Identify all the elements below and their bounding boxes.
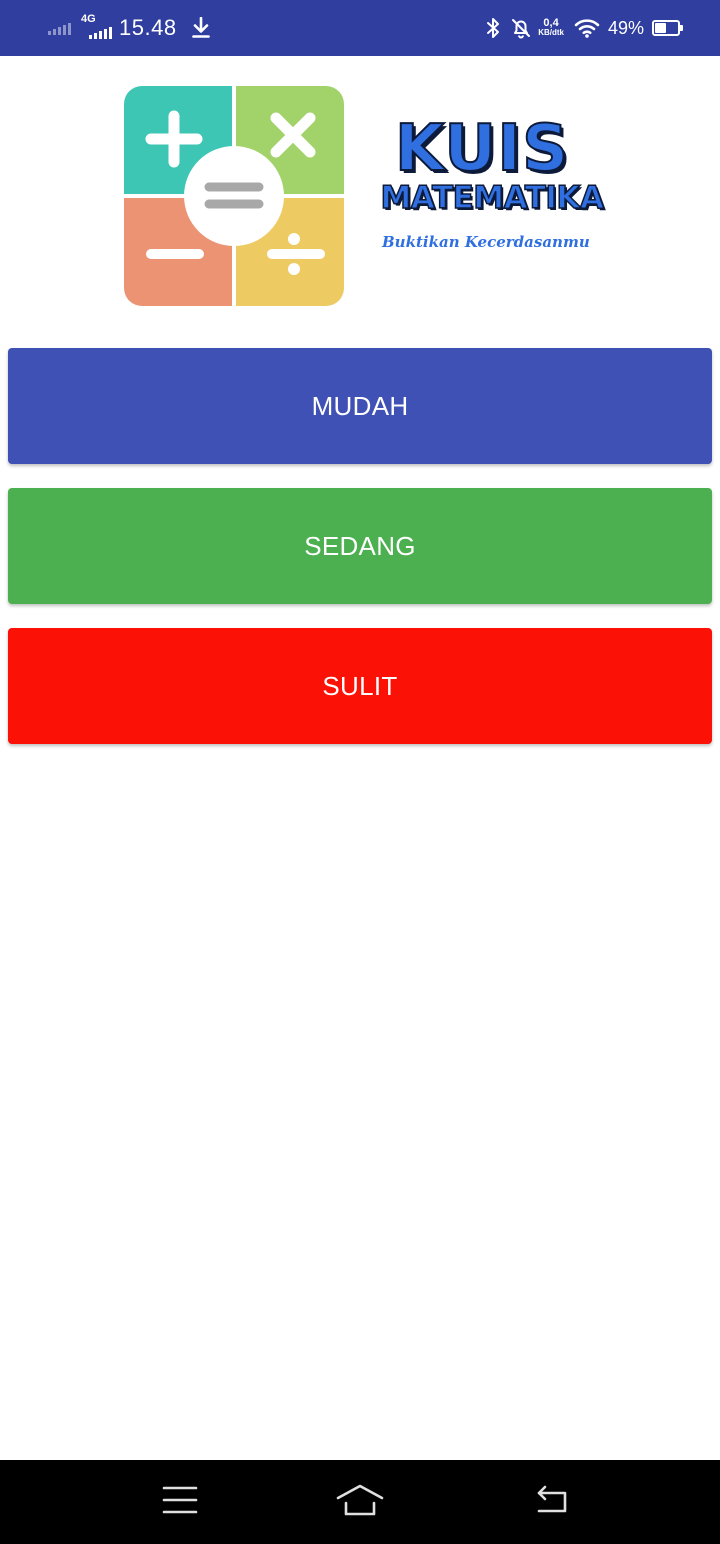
battery-level xyxy=(655,23,666,33)
status-bar-right: 0,4 KB/dtk 49% xyxy=(476,0,683,56)
notifications-off-icon xyxy=(510,17,532,39)
back-button[interactable] xyxy=(510,1460,590,1544)
network-speed: 0,4 KB/dtk xyxy=(538,18,564,38)
bluetooth-icon xyxy=(486,17,500,39)
home-icon xyxy=(336,1483,384,1522)
network-type: 4G xyxy=(81,13,96,25)
navigation-bar xyxy=(0,1460,720,1544)
home-button[interactable] xyxy=(320,1460,400,1544)
network-speed-value: 0,4 xyxy=(543,17,559,29)
math-operators-icon xyxy=(124,86,344,306)
logo-title-kuis: KUIS xyxy=(394,112,570,186)
menu-button[interactable] xyxy=(140,1460,220,1544)
logo-tagline: Buktikan Kecerdasanmu xyxy=(382,233,590,251)
sim2-signal-icon xyxy=(89,25,112,39)
app-logo: KUIS MATEMATIKA Buktikan Kecerdasanmu xyxy=(124,86,624,306)
hard-button[interactable]: SULIT xyxy=(8,628,712,744)
logo-title-matematika: MATEMATIKA xyxy=(380,179,605,217)
network-speed-unit: KB/dtk xyxy=(538,28,564,37)
wifi-icon xyxy=(574,18,600,38)
easy-button[interactable]: MUDAH xyxy=(8,348,712,464)
status-time: 15.48 xyxy=(119,15,177,40)
sim2-signal: 4G xyxy=(81,13,113,39)
sim1-signal-icon xyxy=(48,21,71,35)
medium-button[interactable]: SEDANG xyxy=(8,488,712,604)
battery-percent: 49% xyxy=(607,17,644,38)
download-icon xyxy=(191,16,211,40)
back-icon xyxy=(531,1485,569,1520)
status-bar: 4G 15.48 0,4 KB/dtk 49% xyxy=(0,0,720,56)
menu-icon xyxy=(162,1485,198,1520)
battery-icon xyxy=(652,20,683,36)
status-bar-left: 4G 15.48 xyxy=(48,0,211,56)
